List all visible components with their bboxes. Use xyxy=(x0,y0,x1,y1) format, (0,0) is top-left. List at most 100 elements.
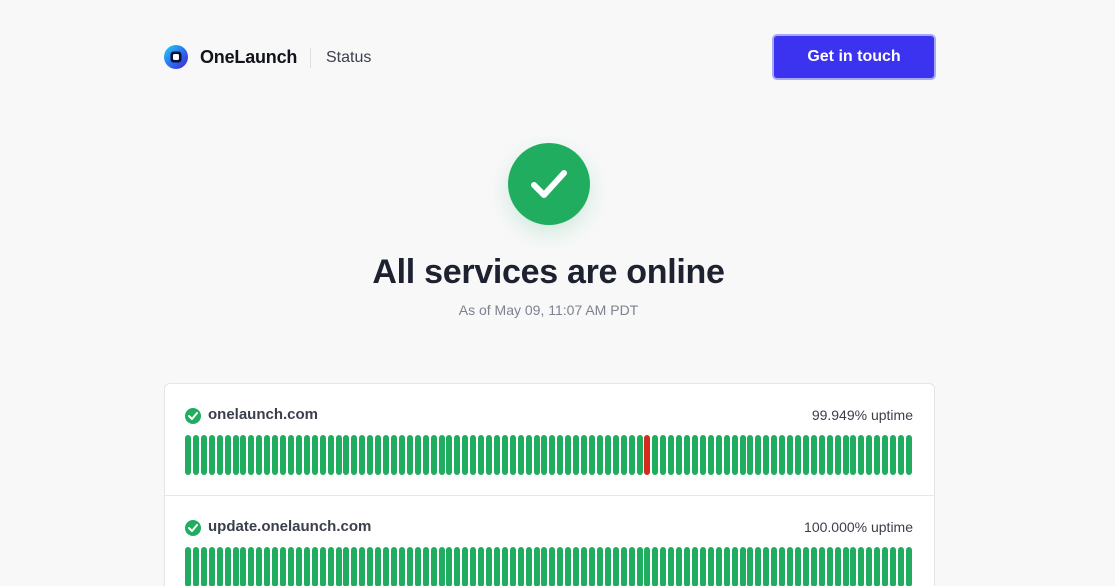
uptime-bar-operational[interactable] xyxy=(557,547,564,586)
uptime-bar-operational[interactable] xyxy=(905,435,912,475)
uptime-bar-operational[interactable] xyxy=(351,435,358,475)
uptime-bar-operational[interactable] xyxy=(280,435,287,475)
uptime-bar-operational[interactable] xyxy=(390,435,397,475)
uptime-bar-operational[interactable] xyxy=(715,435,722,475)
uptime-bar-operational[interactable] xyxy=(414,547,421,586)
uptime-bar-operational[interactable] xyxy=(747,435,754,475)
uptime-bar-operational[interactable] xyxy=(905,547,912,586)
uptime-bar-operational[interactable] xyxy=(367,547,374,586)
uptime-bar-operational[interactable] xyxy=(430,547,437,586)
uptime-bar-operational[interactable] xyxy=(383,435,390,475)
uptime-bar-operational[interactable] xyxy=(699,435,706,475)
uptime-bar-operational[interactable] xyxy=(343,435,350,475)
uptime-bar-operational[interactable] xyxy=(866,547,873,586)
uptime-bar-operational[interactable] xyxy=(842,435,849,475)
uptime-bar-operational[interactable] xyxy=(311,547,318,586)
uptime-bar-operational[interactable] xyxy=(446,435,453,475)
uptime-bar-operational[interactable] xyxy=(589,547,596,586)
uptime-bar-operational[interactable] xyxy=(319,435,326,475)
uptime-bar-operational[interactable] xyxy=(707,435,714,475)
uptime-bar-operational[interactable] xyxy=(882,435,889,475)
uptime-bar-operational[interactable] xyxy=(779,547,786,586)
uptime-bar-operational[interactable] xyxy=(850,547,857,586)
uptime-bar-operational[interactable] xyxy=(343,547,350,586)
uptime-bar-operational[interactable] xyxy=(739,547,746,586)
uptime-bar-operational[interactable] xyxy=(581,435,588,475)
uptime-bar-operational[interactable] xyxy=(699,547,706,586)
uptime-bar-operational[interactable] xyxy=(779,435,786,475)
uptime-bar-operational[interactable] xyxy=(596,547,603,586)
uptime-bar-operational[interactable] xyxy=(319,547,326,586)
uptime-bar-operational[interactable] xyxy=(890,435,897,475)
uptime-bar-operational[interactable] xyxy=(478,547,485,586)
uptime-bar-operational[interactable] xyxy=(541,547,548,586)
uptime-bar-operational[interactable] xyxy=(200,435,207,475)
uptime-bar-operational[interactable] xyxy=(620,547,627,586)
uptime-bar-operational[interactable] xyxy=(280,547,287,586)
uptime-bar-operational[interactable] xyxy=(272,435,279,475)
uptime-bar-operational[interactable] xyxy=(810,547,817,586)
uptime-bar-operational[interactable] xyxy=(248,547,255,586)
uptime-bar-operational[interactable] xyxy=(208,435,215,475)
uptime-bar-operational[interactable] xyxy=(232,435,239,475)
uptime-bar-operational[interactable] xyxy=(818,547,825,586)
uptime-bar-operational[interactable] xyxy=(383,547,390,586)
uptime-bar-operational[interactable] xyxy=(501,547,508,586)
uptime-bar-operational[interactable] xyxy=(264,547,271,586)
uptime-bar-operational[interactable] xyxy=(224,547,231,586)
uptime-bar-operational[interactable] xyxy=(818,435,825,475)
uptime-bar-operational[interactable] xyxy=(636,435,643,475)
uptime-bar-operational[interactable] xyxy=(240,547,247,586)
uptime-bar-operational[interactable] xyxy=(501,435,508,475)
uptime-bar-operational[interactable] xyxy=(723,547,730,586)
uptime-bar-operational[interactable] xyxy=(224,435,231,475)
uptime-bar-operational[interactable] xyxy=(628,435,635,475)
uptime-bar-operational[interactable] xyxy=(256,547,263,586)
uptime-bar-operational[interactable] xyxy=(462,435,469,475)
uptime-bar-operational[interactable] xyxy=(604,435,611,475)
uptime-bar-operational[interactable] xyxy=(216,547,223,586)
uptime-bar-operational[interactable] xyxy=(787,547,794,586)
uptime-bar-operational[interactable] xyxy=(359,435,366,475)
uptime-bar-operational[interactable] xyxy=(287,435,294,475)
uptime-bar-operational[interactable] xyxy=(470,435,477,475)
uptime-bar-operational[interactable] xyxy=(517,547,524,586)
uptime-bar-operational[interactable] xyxy=(256,435,263,475)
uptime-bar-operational[interactable] xyxy=(668,435,675,475)
uptime-bar-operational[interactable] xyxy=(541,435,548,475)
uptime-bar-operational[interactable] xyxy=(850,435,857,475)
uptime-bar-operational[interactable] xyxy=(303,547,310,586)
uptime-bar-operational[interactable] xyxy=(826,547,833,586)
uptime-bar-operational[interactable] xyxy=(890,547,897,586)
uptime-bar-operational[interactable] xyxy=(549,435,556,475)
uptime-bar-operational[interactable] xyxy=(874,435,881,475)
uptime-bar-operational[interactable] xyxy=(375,435,382,475)
uptime-bar-operational[interactable] xyxy=(185,435,191,475)
uptime-bar-operational[interactable] xyxy=(549,547,556,586)
uptime-bar-operational[interactable] xyxy=(707,547,714,586)
uptime-bar-operational[interactable] xyxy=(660,435,667,475)
uptime-bar-operational[interactable] xyxy=(620,435,627,475)
uptime-bar-operational[interactable] xyxy=(676,547,683,586)
uptime-bar-operational[interactable] xyxy=(826,435,833,475)
uptime-bar-operational[interactable] xyxy=(422,435,429,475)
uptime-bar-operational[interactable] xyxy=(763,435,770,475)
uptime-bar-operational[interactable] xyxy=(438,547,445,586)
uptime-bar-operational[interactable] xyxy=(771,547,778,586)
uptime-bar-operational[interactable] xyxy=(367,435,374,475)
uptime-bar-operational[interactable] xyxy=(454,435,461,475)
uptime-bar-operational[interactable] xyxy=(390,547,397,586)
uptime-bar-operational[interactable] xyxy=(493,547,500,586)
uptime-bar-operational[interactable] xyxy=(248,435,255,475)
uptime-bar-operational[interactable] xyxy=(232,547,239,586)
uptime-bar-operational[interactable] xyxy=(771,435,778,475)
uptime-bar-operational[interactable] xyxy=(327,435,334,475)
uptime-bar-operational[interactable] xyxy=(359,547,366,586)
uptime-bar-operational[interactable] xyxy=(596,435,603,475)
uptime-bar-operational[interactable] xyxy=(287,547,294,586)
uptime-bar-operational[interactable] xyxy=(628,547,635,586)
uptime-bar-operational[interactable] xyxy=(692,547,698,586)
uptime-bar-operational[interactable] xyxy=(200,547,207,586)
get-in-touch-button[interactable]: Get in touch xyxy=(772,34,936,80)
uptime-bar-operational[interactable] xyxy=(660,547,667,586)
